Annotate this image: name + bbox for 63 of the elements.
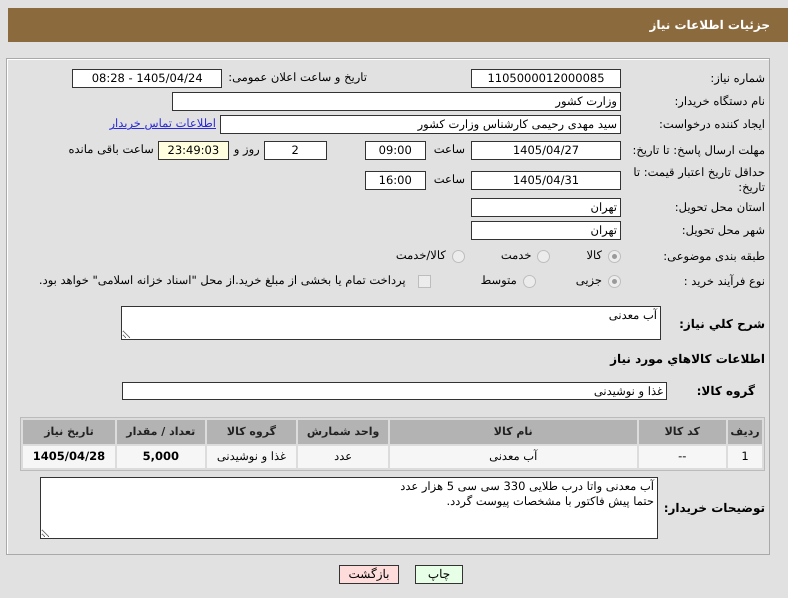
field-label: ساعت — [434, 171, 465, 188]
text-field[interactable]: تهران — [471, 220, 621, 240]
field-label: شهر محل تحویل: — [680, 222, 765, 238]
table-cell: 1405/04/28 — [23, 446, 115, 468]
checkbox-label: پرداخت تمام یا بخشی از مبلغ خرید.از محل "اسناد خزانه اسلامی" خواهد بود. — [38, 272, 406, 290]
text-field[interactable]: تهران — [471, 198, 621, 216]
radio-button[interactable] — [608, 274, 621, 288]
table-cell: -- — [638, 446, 726, 468]
description-field[interactable]: آب معدنی — [121, 306, 661, 340]
contact-link[interactable]: اطلاعات تماس خریدار — [109, 115, 216, 133]
field-label: مهلت ارسال پاسخ: تا تاریخ: — [631, 142, 765, 158]
text-field[interactable]: 1405/04/27 — [471, 140, 621, 160]
table-cell: عدد — [298, 446, 388, 468]
text-field[interactable]: وزارت کشور — [172, 92, 621, 110]
field-label: طبقه بندی موضوعی: — [662, 248, 765, 264]
field-label: روز و — [234, 141, 260, 158]
text-field[interactable]: 16:00 — [364, 170, 426, 190]
back-button[interactable]: بازگشت — [339, 565, 399, 584]
text-field[interactable]: 1405/04/31 — [471, 170, 621, 190]
field-label: حداقل تاریخ اعتبار قیمت: تا تاریخ: — [632, 165, 765, 195]
print-button[interactable]: چاپ — [415, 565, 463, 584]
page-title: جزئیات اطلاعات نیاز — [649, 17, 770, 34]
text-field[interactable]: 2 — [264, 140, 327, 160]
field-label: نوع فرآیند خرید : — [682, 274, 765, 288]
column-header: تعداد / مقدار — [116, 420, 205, 444]
field-label: ایجاد کننده درخواست: — [658, 116, 765, 132]
text-field[interactable]: سید مهدی رحیمی کارشناس وزارت کشور — [220, 114, 621, 134]
checkbox[interactable] — [418, 274, 431, 288]
column-header: ردیف — [728, 420, 762, 444]
field-label: گروه کالا: — [696, 383, 756, 400]
column-header: کد کالا — [638, 420, 726, 444]
column-header: واحد شمارش — [298, 420, 388, 444]
countdown-field[interactable]: 23:49:03 — [158, 140, 229, 160]
text-field[interactable]: 09:00 — [364, 140, 426, 160]
field-label: ساعت — [434, 141, 465, 158]
text-field[interactable]: 1105000012000085 — [471, 68, 621, 88]
radio-button[interactable] — [452, 250, 465, 262]
table-cell: 1 — [728, 446, 762, 468]
option-label: خدمت — [500, 247, 532, 264]
table-cell: 5,000 — [116, 446, 205, 468]
radio-button[interactable] — [522, 274, 536, 288]
field-label: ساعت باقی مانده — [68, 141, 154, 158]
table-cell: آب معدنی — [390, 446, 636, 468]
section-title: اطلاعات کالاهاي مورد نیاز — [610, 351, 765, 368]
option-label: جزیی — [576, 272, 602, 290]
field-label: تاریخ و ساعت اعلان عمومی: — [228, 69, 367, 86]
table-cell: غذا و نوشیدنی — [206, 446, 296, 468]
column-header: تاریخ نیاز — [23, 420, 115, 444]
field-label: نام دستگاه خریدار: — [673, 94, 765, 108]
field-label: استان محل تحویل: — [674, 200, 765, 214]
radio-button[interactable] — [608, 250, 621, 262]
text-field[interactable]: 1405/04/24 - 08:28 — [72, 68, 222, 88]
field-label: شماره نیاز: — [709, 70, 765, 86]
option-label: کالا — [586, 247, 602, 264]
radio-button[interactable] — [537, 250, 550, 262]
field-label: توضیحات خریدار: — [662, 500, 765, 517]
option-label: کالا/خدمت — [396, 247, 446, 264]
text-field[interactable]: غذا و نوشیدنی — [122, 382, 667, 400]
field-label: شرح کلي نیاز: — [678, 316, 765, 333]
option-label: متوسط — [480, 272, 517, 290]
column-header: نام کالا — [390, 420, 636, 444]
notes-field[interactable]: آب معدنی واتا درب طلایی 330 سی سی 5 هزار عدد حتما پیش فاکتور با مشخصات پیوست گردد. — [40, 477, 658, 539]
column-header: گروه کالا — [206, 420, 296, 444]
